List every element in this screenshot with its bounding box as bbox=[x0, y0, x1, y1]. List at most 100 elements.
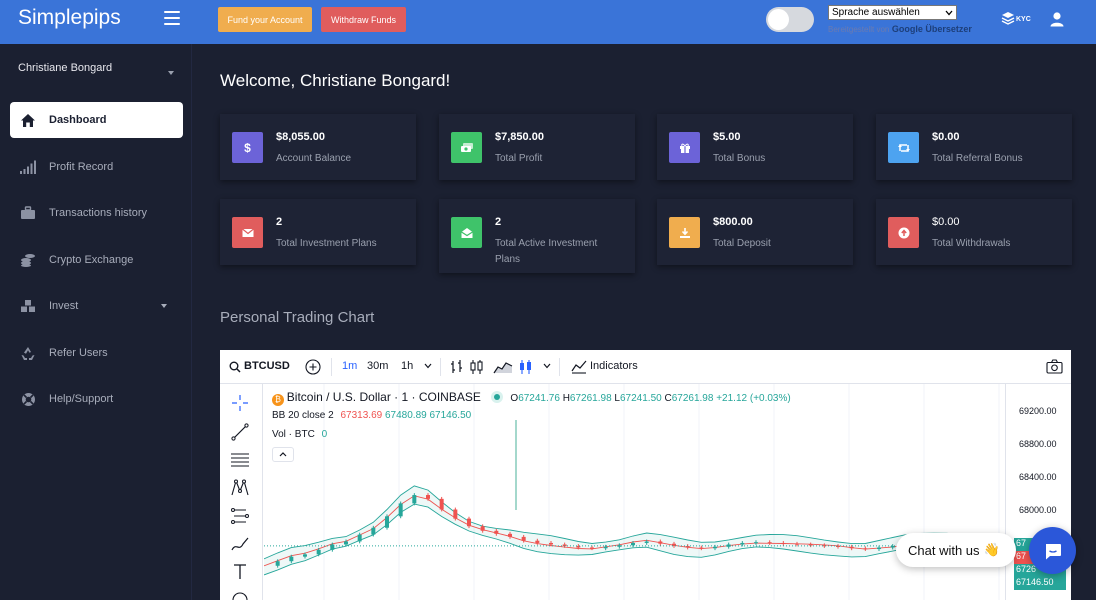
bitcoin-icon: ₿ bbox=[272, 394, 284, 406]
prediction-icon[interactable] bbox=[230, 506, 250, 526]
candle-body bbox=[357, 534, 362, 542]
camera-icon[interactable] bbox=[1046, 359, 1063, 374]
chevron-down-icon[interactable] bbox=[168, 71, 174, 75]
price-tick: 69200.00 bbox=[1019, 406, 1057, 416]
chevron-down-icon bbox=[161, 304, 167, 308]
trend-line-icon[interactable] bbox=[230, 422, 250, 442]
stat-label: Total Referral Bonus bbox=[932, 153, 1023, 164]
chevron-down-icon[interactable] bbox=[543, 363, 551, 369]
kyc-icon[interactable]: KYC bbox=[1001, 11, 1031, 27]
wave-emoji: 👋 bbox=[983, 542, 1000, 557]
withdraw-funds-button[interactable]: Withdraw Funds bbox=[321, 7, 406, 32]
stat-value: $0.00 bbox=[932, 131, 960, 143]
hamburger-menu-icon[interactable] bbox=[164, 11, 180, 25]
language-select[interactable]: Sprache auswählen bbox=[828, 5, 957, 20]
candle-style-icon[interactable] bbox=[470, 359, 484, 375]
add-symbol-icon[interactable] bbox=[305, 359, 321, 375]
stat-value: $0.00 bbox=[932, 216, 960, 228]
sidebar-item-label: Transactions history bbox=[49, 207, 148, 219]
stat-label: Total Withdrawals bbox=[932, 238, 1011, 249]
symbol-search[interactable]: BTCUSD bbox=[244, 360, 290, 372]
candle-body bbox=[289, 556, 294, 562]
chart-toolbar: BTCUSD 1m 30m 1h Indicators bbox=[220, 350, 1071, 384]
candle-body bbox=[644, 541, 649, 543]
chart-section-title: Personal Trading Chart bbox=[220, 309, 375, 326]
candle-body bbox=[385, 516, 389, 528]
volume-value: 0 bbox=[321, 429, 328, 440]
compare-icon[interactable] bbox=[519, 359, 533, 375]
text-tool-icon[interactable] bbox=[230, 562, 250, 582]
sidebar-item-label: Refer Users bbox=[49, 347, 108, 359]
interval-30m[interactable]: 30m bbox=[367, 360, 388, 372]
volume-legend[interactable]: Vol · BTC 0 bbox=[272, 429, 327, 440]
candle-body bbox=[316, 549, 321, 555]
interval-1h[interactable]: 1h bbox=[401, 360, 413, 372]
pattern-icon[interactable] bbox=[230, 478, 250, 498]
bar-chart-style-icon[interactable] bbox=[450, 359, 464, 375]
brand-logo[interactable]: Simplepips bbox=[18, 6, 121, 30]
price-tick: 68400.00 bbox=[1019, 472, 1057, 482]
chart-plot-area[interactable]: ₿ Bitcoin / U.S. Dollar · 1 · COINBASE O… bbox=[264, 384, 1005, 600]
candle-body bbox=[521, 536, 526, 541]
candle-body bbox=[412, 495, 417, 504]
candle-body bbox=[699, 547, 704, 549]
bb-upper-value: 67480.89 bbox=[385, 410, 427, 421]
sidebar-item-dashboard[interactable]: Dashboard bbox=[10, 102, 183, 138]
candle-body bbox=[836, 546, 840, 547]
emoji-tool-icon[interactable] bbox=[230, 590, 250, 600]
interval-1m[interactable]: 1m bbox=[342, 360, 357, 372]
candle-body bbox=[426, 495, 430, 499]
sidebar-item-profit-record[interactable]: Profit Record bbox=[10, 149, 183, 185]
stat-card-total-withdrawals: $0.00 Total Withdrawals bbox=[876, 199, 1072, 265]
sidebar-item-crypto-exchange[interactable]: Crypto Exchange bbox=[10, 242, 183, 278]
indicators-button[interactable]: Indicators bbox=[590, 360, 638, 372]
candle-body bbox=[808, 544, 813, 546]
stat-label: Total Bonus bbox=[713, 153, 766, 164]
sidebar-item-label: Help/Support bbox=[49, 393, 114, 405]
sidebar-item-refer-users[interactable]: Refer Users bbox=[10, 335, 183, 371]
ohlc-high: 67261.98 bbox=[569, 393, 612, 404]
theme-toggle[interactable] bbox=[766, 7, 814, 32]
chevron-down-icon bbox=[945, 10, 953, 15]
indicators-icon[interactable] bbox=[571, 360, 587, 374]
bb-label: BB 20 close 2 bbox=[272, 410, 334, 421]
candle-body bbox=[508, 533, 512, 537]
sidebar-item-help-support[interactable]: Help/Support bbox=[10, 381, 183, 417]
chevron-down-icon[interactable] bbox=[424, 363, 432, 369]
collapse-legend-button[interactable] bbox=[272, 447, 294, 462]
volume-label: Vol · BTC bbox=[272, 429, 315, 440]
candle-body bbox=[726, 544, 731, 547]
user-icon[interactable] bbox=[1049, 11, 1065, 27]
fund-account-button[interactable]: Fund your Account bbox=[218, 7, 312, 32]
sidebar-item-transactions-history[interactable]: Transactions history bbox=[10, 195, 183, 231]
area-style-icon[interactable] bbox=[493, 359, 513, 375]
brush-icon[interactable] bbox=[230, 534, 250, 554]
fib-retracement-icon[interactable] bbox=[230, 450, 250, 470]
sidebar-user-name[interactable]: Christiane Bongard bbox=[18, 62, 112, 74]
candle-body bbox=[603, 546, 608, 549]
toggle-knob bbox=[768, 9, 789, 30]
google-translator-link[interactable]: Google Übersetzer bbox=[892, 24, 972, 34]
price-tick: 68800.00 bbox=[1019, 439, 1057, 449]
stat-label: Total Active Investment Plans bbox=[495, 238, 598, 265]
briefcase-icon bbox=[19, 204, 37, 222]
chat-with-us-label[interactable]: Chat with us 👋 bbox=[896, 533, 1016, 567]
sidebar-item-label: Invest bbox=[49, 300, 79, 312]
bar-signal-icon bbox=[19, 158, 37, 176]
bollinger-legend[interactable]: BB 20 close 2 67313.69 67480.89 67146.50 bbox=[272, 410, 471, 421]
market-status-dot bbox=[493, 394, 500, 400]
sidebar-item-invest[interactable]: Invest bbox=[10, 288, 183, 324]
candle-body bbox=[795, 543, 799, 545]
candle-body bbox=[849, 546, 854, 549]
search-icon[interactable] bbox=[229, 361, 241, 373]
chat-launcher-button[interactable] bbox=[1029, 527, 1076, 574]
bb-basis-value: 67313.69 bbox=[340, 410, 383, 421]
crosshair-icon[interactable] bbox=[230, 393, 250, 413]
sidebar-item-label: Profit Record bbox=[49, 161, 114, 173]
ohlc-change: +21.12 (+0.03%) bbox=[716, 393, 791, 404]
candle-body bbox=[371, 527, 376, 535]
chart-symbol-title[interactable]: Bitcoin / U.S. Dollar · 1 · COINBASE bbox=[287, 390, 481, 404]
stat-label: Total Deposit bbox=[713, 238, 771, 249]
candle-body bbox=[453, 509, 458, 519]
candle-body bbox=[767, 542, 772, 544]
